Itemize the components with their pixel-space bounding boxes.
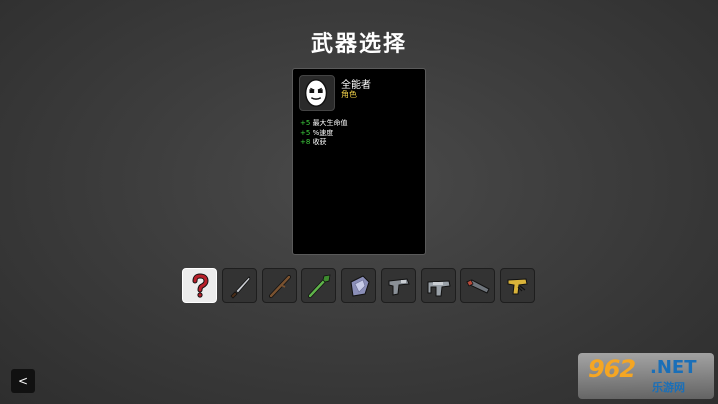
spear-icon bbox=[307, 274, 330, 298]
weapon-slot-stick[interactable] bbox=[262, 268, 297, 303]
site-watermark-logo: 962 .NET 乐游网 bbox=[578, 353, 714, 399]
character-stats: +5 最大生命值 +5 %速度 +8 收获 bbox=[300, 119, 348, 148]
screen-title: 武器选择 bbox=[310, 32, 407, 57]
knife-icon bbox=[229, 275, 250, 299]
watermark-suffix: .NET bbox=[650, 357, 697, 378]
stat-label: 最大生命值 bbox=[312, 119, 348, 127]
weapon-slot-pistol[interactable] bbox=[381, 268, 416, 303]
weapon-slot-shotgun[interactable] bbox=[460, 268, 495, 303]
stat-row: +5 %速度 bbox=[300, 129, 348, 139]
stick-icon bbox=[268, 274, 291, 298]
shotgun-icon bbox=[465, 278, 490, 294]
stat-value: +5 bbox=[300, 128, 311, 137]
taser-icon bbox=[507, 277, 528, 294]
watermark-subtitle: 乐游网 bbox=[652, 381, 685, 394]
weapon-slot-taser[interactable] bbox=[500, 268, 535, 303]
pistol-icon bbox=[388, 277, 410, 296]
watermark-number: 962 bbox=[588, 355, 636, 383]
character-type: 角色 bbox=[341, 90, 357, 99]
potato-face-icon bbox=[304, 79, 328, 107]
weapon-slot-knife[interactable] bbox=[222, 268, 257, 303]
random-question-icon bbox=[192, 272, 209, 298]
character-portrait bbox=[299, 75, 335, 111]
weapon-slot-spear[interactable] bbox=[301, 268, 336, 303]
stat-label: 收获 bbox=[312, 138, 327, 146]
weapon-slot-random[interactable] bbox=[182, 268, 217, 303]
smg-icon bbox=[427, 279, 451, 296]
back-button[interactable]: < bbox=[11, 369, 35, 393]
stat-row: +8 收获 bbox=[300, 138, 348, 148]
stat-row: +5 最大生命值 bbox=[300, 119, 348, 129]
crystal-icon bbox=[349, 274, 370, 297]
stat-value: +5 bbox=[300, 119, 311, 127]
character-info-panel: 全能者 角色 +5 最大生命值 +5 %速度 +8 收获 bbox=[292, 68, 426, 255]
stat-label: %速度 bbox=[312, 128, 334, 137]
stat-value: +8 bbox=[300, 138, 311, 146]
weapon-slot-smg[interactable] bbox=[421, 268, 456, 303]
weapon-slot-crystal[interactable] bbox=[341, 268, 376, 303]
